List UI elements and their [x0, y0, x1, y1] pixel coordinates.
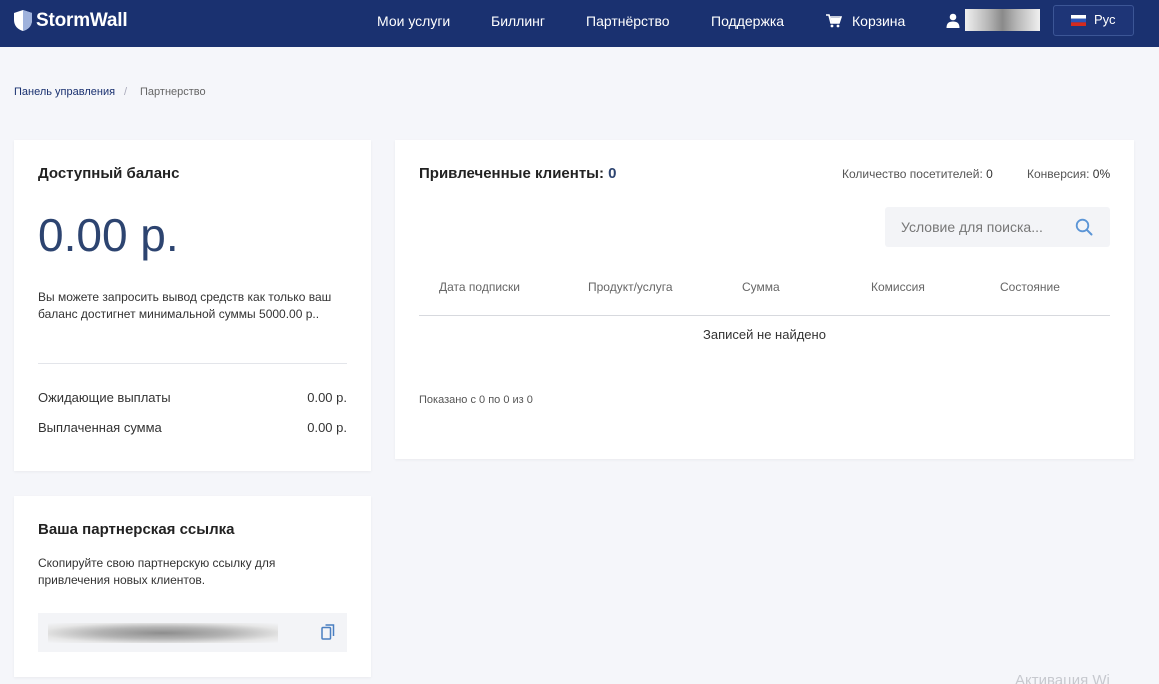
clients-count: 0: [608, 165, 617, 182]
column-header-product[interactable]: Продукт/услуга: [588, 280, 673, 294]
breadcrumb-current: Партнерство: [140, 86, 206, 98]
nav-my-services[interactable]: Мои услуги: [377, 13, 450, 29]
user-icon[interactable]: [946, 13, 960, 28]
visitors-stat: Количество посетителей: 0: [842, 167, 993, 181]
clients-title: Привлеченные клиенты: 0: [419, 165, 617, 182]
pending-payouts-value: 0.00 р.: [307, 390, 347, 405]
balance-note: Вы можете запросить вывод средств как то…: [38, 290, 332, 321]
nav-support[interactable]: Поддержка: [711, 13, 784, 29]
column-header-subscription-date[interactable]: Дата подписки: [439, 280, 520, 294]
pending-payouts-label: Ожидающие выплаты: [38, 390, 171, 405]
partner-link-field[interactable]: [38, 613, 347, 652]
breadcrumb-dashboard-link[interactable]: Панель управления: [14, 86, 115, 98]
russia-flag-icon: [1071, 15, 1086, 26]
language-switcher-button[interactable]: Рус: [1053, 5, 1134, 36]
nav-billing[interactable]: Биллинг: [491, 13, 545, 29]
breadcrumb-separator: /: [124, 86, 128, 98]
partner-link-title: Ваша партнерская ссылка: [38, 521, 235, 538]
conversion-label: Конверсия:: [1027, 167, 1090, 181]
balance-card: Доступный баланс 0.00 р. Вы можете запро…: [14, 140, 371, 471]
search-icon[interactable]: [1075, 218, 1093, 236]
balance-title: Доступный баланс: [38, 165, 180, 182]
pagination-info: Показано с 0 по 0 из 0: [419, 394, 533, 406]
stormwall-logo[interactable]: StormWall: [13, 9, 128, 32]
balance-divider: [38, 363, 347, 364]
nav-cart[interactable]: Корзина: [852, 13, 905, 29]
conversion-value: 0%: [1092, 167, 1111, 181]
shield-logo-icon: [14, 10, 32, 31]
partner-link-redacted: [48, 623, 278, 643]
paid-amount-value: 0.00 р.: [307, 420, 347, 435]
partner-link-note: Скопируйте свою партнерскую ссылку для п…: [38, 556, 276, 587]
language-label: Рус: [1094, 12, 1116, 27]
partner-link-card: Ваша партнерская ссылка Скопируйте свою …: [14, 496, 371, 677]
paid-amount-label: Выплаченная сумма: [38, 420, 162, 435]
search-box: [885, 207, 1110, 247]
windows-activation-watermark: Активация Wi: [1015, 672, 1110, 684]
column-header-amount[interactable]: Сумма: [742, 280, 780, 294]
logo-text: StormWall: [36, 9, 128, 31]
empty-table-message: Записей не найдено: [703, 327, 826, 342]
conversion-stat: Конверсия: 0%: [1027, 167, 1110, 181]
column-header-commission[interactable]: Комиссия: [871, 280, 925, 294]
visitors-value: 0: [986, 167, 993, 181]
visitors-label: Количество посетителей:: [842, 167, 983, 181]
clients-title-label: Привлеченные клиенты:: [419, 165, 604, 182]
user-name-redacted[interactable]: [965, 9, 1040, 31]
column-header-status[interactable]: Состояние: [1000, 280, 1060, 294]
cart-icon[interactable]: [826, 14, 842, 28]
top-navbar: StormWall Мои услуги Биллинг Партнёрство…: [0, 0, 1159, 47]
nav-partnership[interactable]: Партнёрство: [586, 13, 670, 29]
balance-amount: 0.00 р.: [38, 209, 179, 261]
search-input[interactable]: [885, 207, 1075, 247]
referred-clients-card: Привлеченные клиенты: 0 Количество посет…: [395, 140, 1134, 459]
copy-icon[interactable]: [321, 624, 335, 640]
table-header-divider: [419, 315, 1110, 316]
